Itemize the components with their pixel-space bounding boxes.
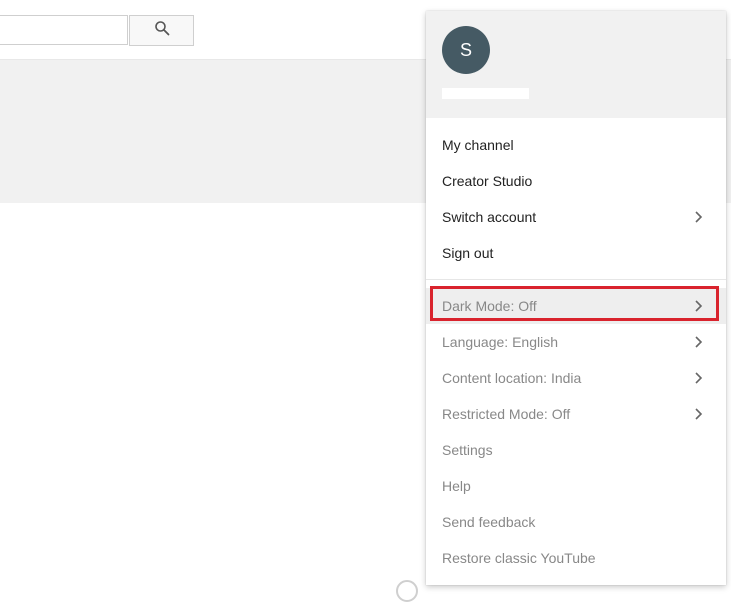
menu-item-help[interactable]: Help	[426, 468, 726, 504]
menu-item-dark-mode[interactable]: Dark Mode: Off	[426, 288, 726, 324]
chevron-right-icon	[695, 211, 703, 223]
menu-item-language[interactable]: Language: English	[426, 324, 726, 360]
menu-item-label: Settings	[442, 442, 493, 458]
menu-item-switch-account[interactable]: Switch account	[426, 199, 726, 235]
menu-item-send-feedback[interactable]: Send feedback	[426, 504, 726, 540]
menu-item-label: Restricted Mode: Off	[442, 406, 571, 422]
account-menu: S My channel Creator Studio Switch accou…	[426, 11, 726, 585]
chevron-right-icon	[695, 372, 703, 384]
menu-item-label: Content location: India	[442, 370, 582, 386]
menu-item-label: Creator Studio	[442, 173, 533, 189]
menu-item-label: Language: English	[442, 334, 558, 350]
search-button[interactable]	[129, 15, 194, 46]
menu-item-label: Restore classic YouTube	[442, 550, 596, 566]
menu-item-label: Dark Mode: Off	[442, 298, 537, 314]
menu-item-label: Switch account	[442, 209, 537, 225]
menu-item-creator-studio[interactable]: Creator Studio	[426, 163, 726, 199]
menu-item-label: Send feedback	[442, 514, 536, 530]
menu-item-label: My channel	[442, 137, 514, 153]
menu-item-content-location[interactable]: Content location: India	[426, 360, 726, 396]
menu-item-restricted-mode[interactable]: Restricted Mode: Off	[426, 396, 726, 432]
menu-item-settings[interactable]: Settings	[426, 432, 726, 468]
menu-item-my-channel[interactable]: My channel	[426, 127, 726, 163]
chevron-right-icon	[695, 408, 703, 420]
search-input[interactable]	[0, 15, 128, 45]
menu-divider	[426, 279, 726, 280]
menu-item-restore-classic[interactable]: Restore classic YouTube	[426, 540, 726, 576]
menu-item-sign-out[interactable]: Sign out	[426, 235, 726, 271]
account-header: S	[426, 11, 726, 118]
menu-item-label: Sign out	[442, 245, 494, 261]
account-name-redacted	[442, 88, 529, 99]
loading-spinner	[396, 580, 418, 602]
search-icon	[154, 20, 170, 41]
chevron-right-icon	[695, 336, 703, 348]
avatar[interactable]: S	[442, 26, 490, 74]
chevron-right-icon	[695, 300, 703, 312]
menu-item-label: Help	[442, 478, 471, 494]
